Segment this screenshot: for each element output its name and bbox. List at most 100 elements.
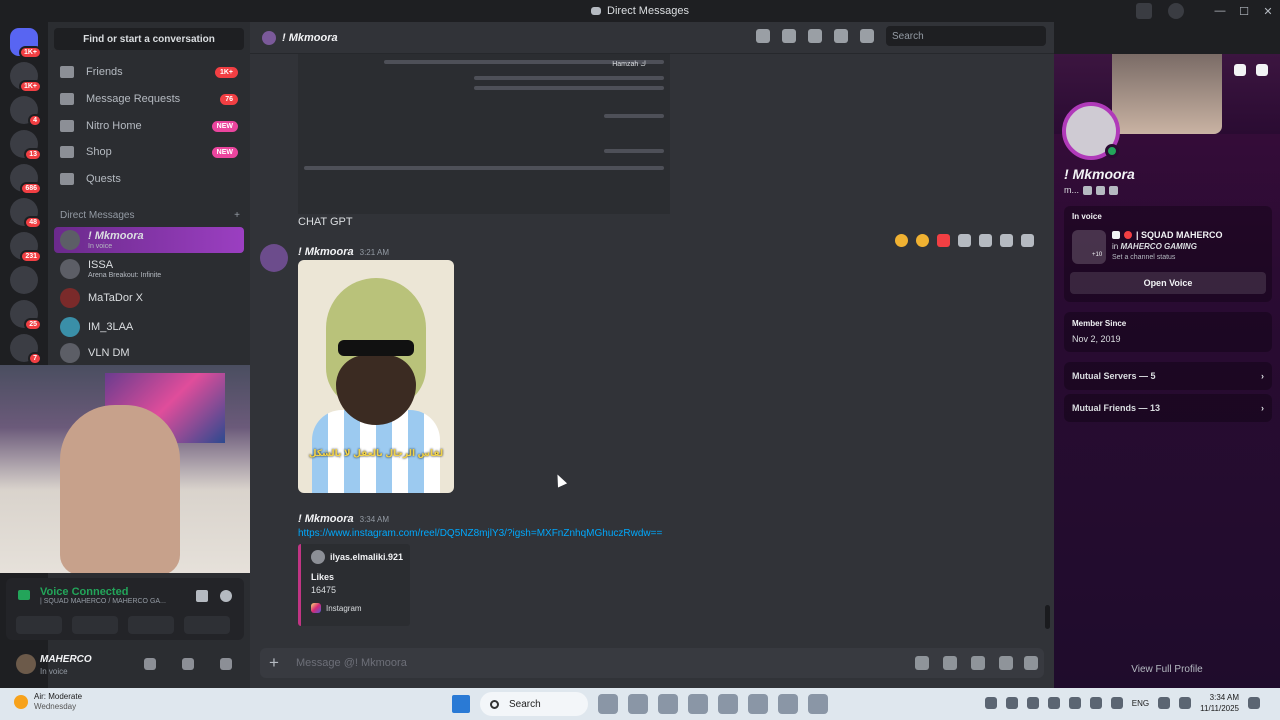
activities-button[interactable] (128, 616, 174, 634)
call-icon[interactable] (756, 29, 770, 43)
tray-icon[interactable] (1047, 697, 1060, 709)
inbox-icon[interactable] (1136, 3, 1152, 19)
gift-icon[interactable] (915, 656, 929, 670)
sticker-image[interactable]: لقاس الرجال بالعقل لا بالشكل (298, 260, 454, 493)
tray-icon[interactable] (1068, 697, 1081, 709)
more-icon[interactable] (1256, 64, 1268, 76)
mutual-friends-button[interactable]: Mutual Friends — 13 › (1064, 394, 1272, 422)
badge-icon[interactable] (1109, 185, 1118, 195)
voice-channel-name[interactable]: | SQUAD MAHERCO / MAHERCO GA... (40, 598, 166, 605)
soundboard-button[interactable] (184, 616, 230, 634)
server-icon[interactable]: 686 (10, 164, 42, 195)
nav-nitro-home[interactable]: Nitro Home NEW (54, 114, 244, 138)
taskbar-app-icon[interactable] (778, 694, 798, 714)
close-button[interactable]: ✕ (1256, 0, 1280, 22)
sticker-icon[interactable] (971, 656, 985, 670)
add-dm-button[interactable]: + (234, 210, 240, 221)
nav-shop[interactable]: Shop NEW (54, 140, 244, 164)
server-icon[interactable]: 1K+ (10, 62, 42, 93)
server-icon[interactable]: 48 (10, 198, 42, 229)
volume-icon[interactable] (1179, 697, 1192, 709)
dm-item-matador[interactable]: MaTaDor X (54, 285, 244, 311)
dm-item-mkmoora[interactable]: ! Mkmoora In voice (54, 227, 244, 253)
taskbar-app-icon[interactable] (688, 694, 708, 714)
nav-quests[interactable]: Quests (54, 167, 244, 191)
taskbar-app-icon[interactable] (598, 694, 618, 714)
dm-item-issa[interactable]: ISSA Arena Breakout: Infinite (54, 256, 244, 282)
message-composer[interactable]: + Message @! Mkmoora (260, 648, 1044, 678)
voice-status[interactable]: Voice Connected (40, 586, 128, 598)
reaction-icon[interactable] (916, 234, 929, 247)
add-attachment-button[interactable]: + (260, 653, 288, 673)
taskbar-app-icon[interactable] (628, 694, 648, 714)
message-link[interactable]: https://www.instagram.com/reel/DQ5NZ8mjl… (298, 528, 662, 539)
embed-author[interactable]: ilyas.elmaliki.921 (311, 550, 403, 564)
search-input[interactable]: Search (886, 26, 1046, 46)
message-input[interactable]: Message @! Mkmoora (288, 657, 407, 669)
forward-icon[interactable] (1000, 234, 1013, 247)
video-call-icon[interactable] (782, 29, 796, 43)
tray-icon[interactable] (1089, 697, 1102, 709)
message-author[interactable]: ! Mkmoora 3:34 AM (298, 513, 389, 525)
language-indicator[interactable]: ENG (1132, 699, 1149, 708)
add-friend-icon[interactable] (1234, 64, 1246, 76)
microphone-icon[interactable] (144, 658, 156, 670)
taskbar-app-icon[interactable] (808, 694, 828, 714)
more-icon[interactable] (1021, 234, 1034, 247)
pin-icon[interactable] (808, 29, 822, 43)
mutual-servers-button[interactable]: Mutual Servers — 5 › (1064, 362, 1272, 390)
badge-icon[interactable] (1083, 185, 1092, 195)
message-author[interactable]: ! Mkmoora 3:21 AM (298, 246, 389, 258)
badge-icon[interactable] (1096, 185, 1105, 195)
headphones-icon[interactable] (182, 658, 194, 670)
channel-status[interactable]: Set a channel status (1112, 254, 1175, 261)
help-icon[interactable] (1168, 3, 1184, 19)
nav-friends[interactable]: Friends 1K+ (54, 60, 244, 84)
server-icon[interactable]: 231 (10, 232, 42, 263)
noise-suppression-icon[interactable] (196, 590, 208, 602)
microphone-icon[interactable] (1110, 697, 1123, 709)
dm-item-vln[interactable]: VLN DM (54, 340, 244, 366)
reaction-icon[interactable] (937, 234, 950, 247)
find-conversation-button[interactable]: Find or start a conversation (54, 28, 244, 50)
user-name[interactable]: MAHERCO (40, 654, 92, 665)
minimize-button[interactable]: — (1208, 0, 1232, 22)
screen-share-button[interactable] (72, 616, 118, 634)
profile-avatar[interactable] (1062, 102, 1120, 160)
reply-icon[interactable] (979, 234, 992, 247)
start-button[interactable] (452, 695, 470, 713)
server-icon[interactable]: 25 (10, 300, 42, 331)
home-button[interactable]: 1K+ (10, 28, 42, 59)
taskbar-app-icon[interactable] (718, 694, 738, 714)
add-reaction-icon[interactable] (958, 234, 971, 247)
view-full-profile-link[interactable]: View Full Profile (1054, 664, 1280, 675)
tray-icon[interactable] (984, 697, 997, 709)
taskbar-search[interactable]: Search (480, 692, 588, 716)
emoji-icon[interactable] (999, 656, 1013, 670)
scrollbar[interactable] (1045, 605, 1050, 629)
clock[interactable]: 3:34 AM 11/11/2025 (1200, 692, 1239, 714)
server-icon[interactable] (10, 266, 38, 294)
user-profile-icon[interactable] (860, 29, 874, 43)
link-embed[interactable]: ilyas.elmaliki.921 Likes 16475 Instagram (298, 544, 410, 626)
nav-message-requests[interactable]: Message Requests 76 (54, 87, 244, 111)
reaction-icon[interactable] (895, 234, 908, 247)
taskbar-app-icon[interactable] (658, 694, 678, 714)
gear-icon[interactable] (220, 658, 232, 670)
weather-widget[interactable]: Air: Moderate Wednesday (14, 692, 82, 712)
dm-item-im3laa[interactable]: IM_3LAA (54, 314, 244, 340)
disconnect-icon[interactable] (220, 590, 232, 602)
avatar[interactable] (16, 654, 36, 674)
add-friends-icon[interactable] (834, 29, 848, 43)
maximize-button[interactable]: ☐ (1232, 0, 1256, 22)
tray-icon[interactable] (1005, 697, 1018, 709)
gif-icon[interactable] (943, 656, 957, 670)
taskbar-app-icon[interactable] (748, 694, 768, 714)
camera-button[interactable] (16, 616, 62, 634)
open-voice-button[interactable]: Open Voice (1070, 272, 1266, 294)
apps-icon[interactable] (1024, 656, 1038, 670)
network-icon[interactable] (1158, 697, 1171, 709)
avatar[interactable] (260, 244, 288, 272)
notification-icon[interactable] (1248, 697, 1260, 709)
tray-icon[interactable] (1026, 697, 1039, 709)
